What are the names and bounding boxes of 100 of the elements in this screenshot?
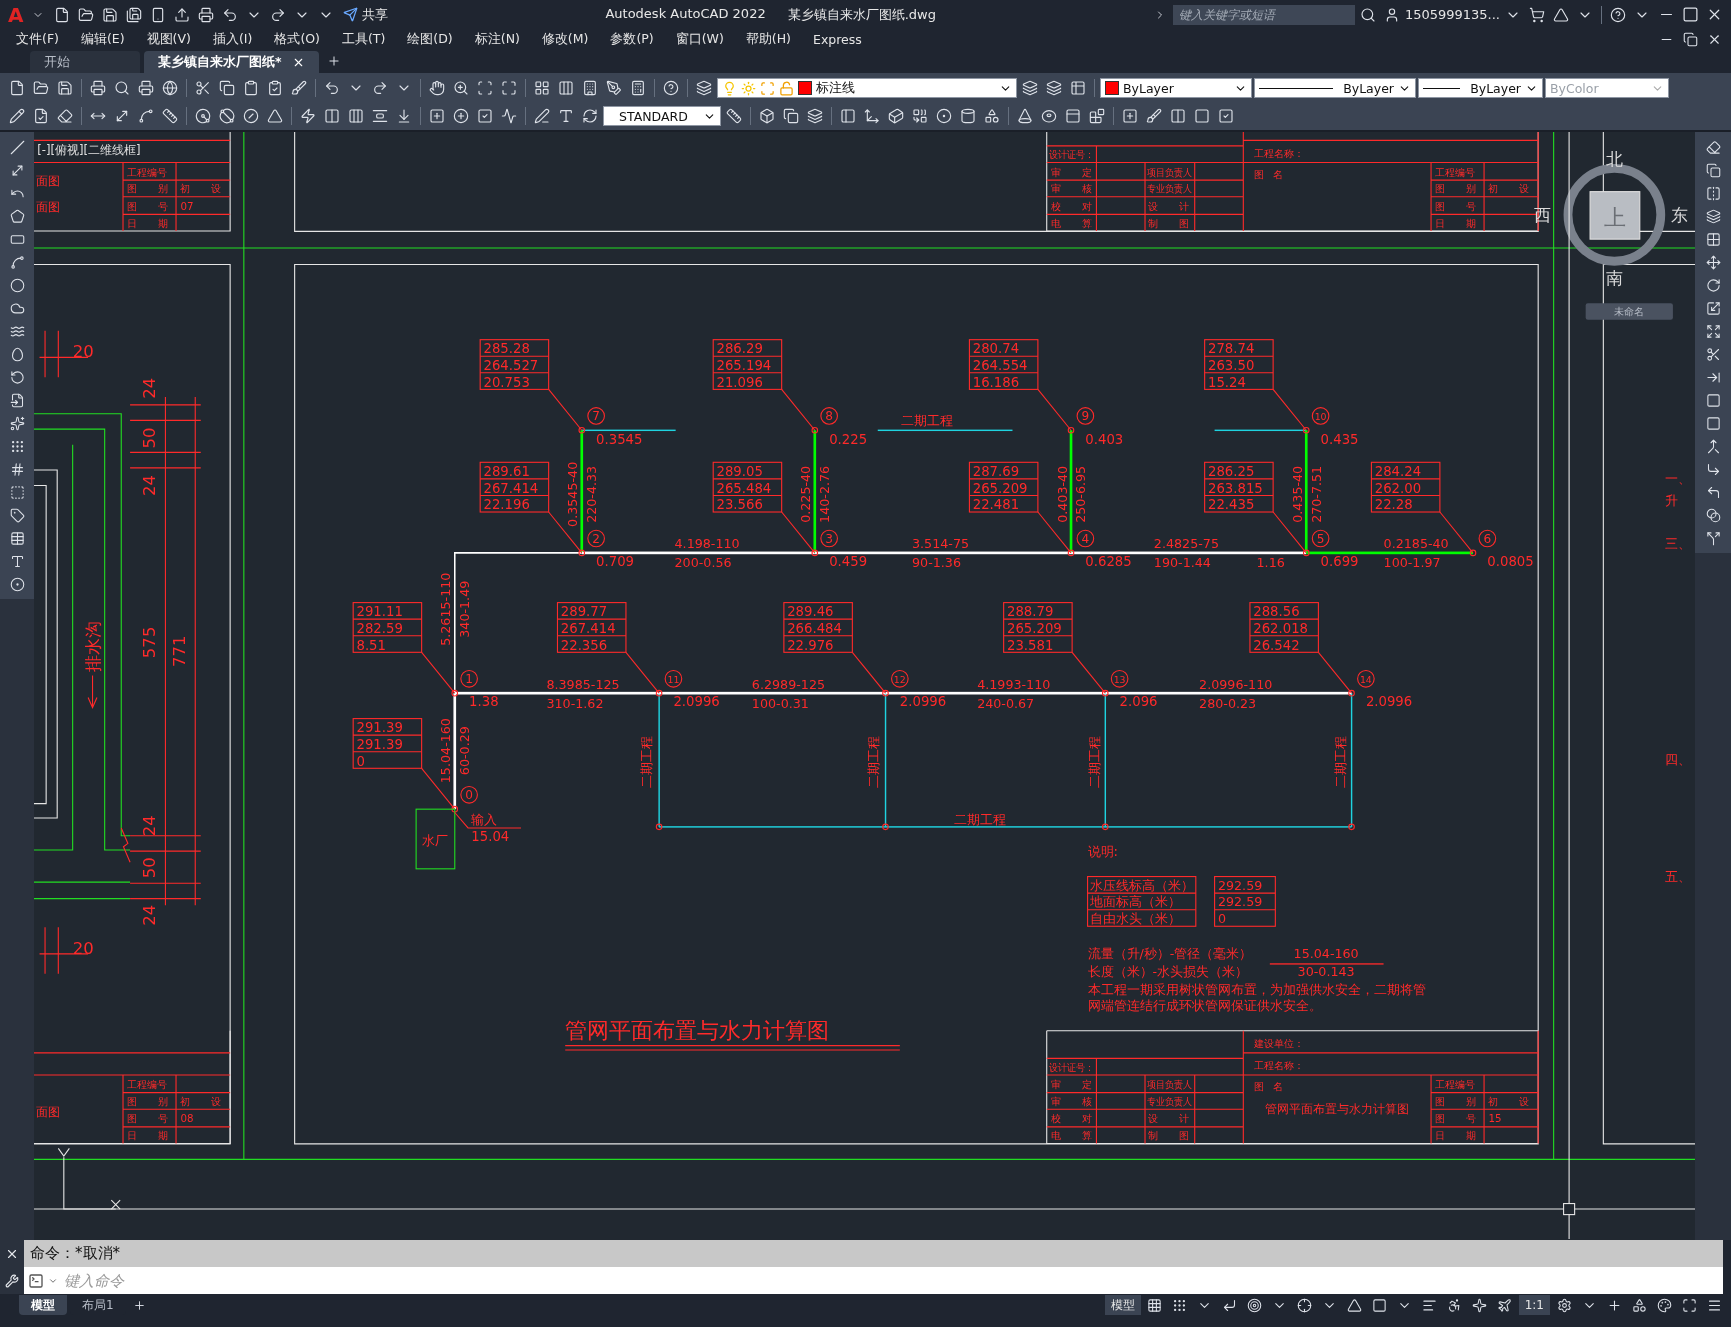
title-block-text: 工程编号	[1435, 1078, 1476, 1091]
pressure-label: 0.6285	[1085, 554, 1132, 570]
phase-two-label: 二期工程	[1332, 735, 1348, 788]
note-text: 一、	[1665, 471, 1692, 487]
layout-tab[interactable]: 模型	[19, 1295, 67, 1315]
phase-two-label: 二期工程	[954, 811, 1007, 827]
node-value: 22.435	[1207, 497, 1255, 513]
node-value: 8.51	[356, 637, 386, 653]
node-value: 21.096	[716, 374, 763, 390]
flow-label: 3.514-75	[912, 536, 970, 552]
ucs-menu[interactable]: 未命名	[1585, 303, 1673, 320]
node-value: 22.481	[972, 497, 1020, 513]
length-label: 100-1.97	[1383, 555, 1441, 571]
node-value: 289.05	[716, 464, 763, 480]
node-value: 289.46	[787, 604, 834, 620]
length-label: 190-1.44	[1153, 555, 1211, 571]
color-dropdown[interactable]: ByLayer	[1100, 78, 1252, 98]
dimension-text: 20	[72, 342, 94, 362]
ditch-label: 排水沟	[84, 621, 104, 673]
menu-item[interactable]: 格式(O)	[264, 29, 330, 49]
scale-button[interactable]: 1:1	[1518, 1295, 1550, 1315]
menu-item[interactable]: Express	[803, 29, 872, 49]
dimension-text: 575	[140, 626, 160, 659]
title-block-text: 日期	[1435, 1129, 1477, 1142]
node-value: 278.74	[1207, 341, 1255, 357]
title-block-text: 制图	[1148, 216, 1190, 229]
pressure-label: 0.435	[1320, 431, 1359, 447]
pressure-label: 0.709	[596, 554, 635, 570]
menu-item[interactable]: 工具(T)	[331, 29, 396, 49]
node-number-marker: 0	[460, 786, 478, 804]
node-value: 22.196	[483, 497, 530, 513]
title-block-text: 07	[180, 200, 194, 212]
text-style-dropdown[interactable]: STANDARD	[603, 106, 721, 126]
document-tab[interactable]: 开始	[30, 51, 140, 73]
node-value: 262.00	[1374, 480, 1422, 496]
flow-label: 2.0996-110	[1199, 676, 1273, 692]
node-number-marker: 12	[891, 670, 909, 688]
title-block-text: 工程名称：	[1254, 1059, 1305, 1072]
title-block-text: 校对	[1051, 200, 1092, 212]
phase-two-label: 二期工程	[639, 735, 655, 788]
node-value: 282.59	[356, 620, 403, 636]
node-value: 288.79	[1006, 604, 1054, 620]
pressure-label: 0.459	[829, 554, 868, 570]
node-number-marker: 4	[1076, 529, 1095, 548]
pressure-label: 0.699	[1320, 554, 1359, 570]
node-number-marker: 6	[1478, 529, 1497, 548]
legend-label: 流量（升/秒）-管径（毫米）	[1087, 946, 1253, 962]
legend-value: 292.59	[1217, 877, 1263, 893]
menu-item[interactable]: 视图(V)	[136, 29, 201, 49]
menu-item[interactable]: 插入(I)	[202, 29, 263, 49]
dimension-text: 24	[140, 474, 160, 497]
drawing-title: 管网平面布置与水力计算图	[565, 1016, 830, 1043]
length-label: 90-1.36	[912, 555, 961, 571]
node-value: 22.28	[1374, 497, 1413, 513]
title-block-text: 日期	[1435, 216, 1477, 229]
node-value: 22.976	[787, 637, 834, 653]
menu-item[interactable]: 参数(P)	[600, 29, 664, 49]
node-number-marker: 14	[1357, 670, 1375, 688]
viewport-label: [-][俯视][二维线框]	[37, 143, 141, 158]
node-number-marker: 3	[820, 529, 838, 548]
title-block-text: 日期	[127, 1129, 169, 1142]
model-space-button[interactable]: 模型	[1104, 1295, 1141, 1315]
document-tab[interactable]: 某乡镇自来水厂图纸*	[144, 51, 319, 73]
node-value: 265.484	[716, 480, 772, 496]
lineweight-dropdown[interactable]: ByLayer	[1418, 78, 1543, 98]
menu-item[interactable]: 文件(F)	[6, 29, 69, 49]
user-name[interactable]: 1505999135...	[1404, 7, 1500, 22]
title-block-text: 初设	[180, 1094, 222, 1107]
node-number-marker: 13	[1110, 670, 1129, 688]
dimension-text: 771	[170, 635, 190, 667]
flow-label: 2.4825-75	[1153, 536, 1219, 552]
length-label: 220-4.33	[584, 465, 600, 523]
node-value: 284.24	[1374, 464, 1422, 480]
linetype-dropdown[interactable]: ByLayer	[1254, 78, 1416, 98]
command-history: 命令：*取消*	[24, 1240, 1723, 1267]
title-block-text: 设计	[1148, 200, 1190, 212]
pressure-label: 0.3545	[596, 431, 643, 447]
search-field[interactable]: 键入关键字或短语	[1172, 4, 1355, 25]
share-button[interactable]: 共享	[339, 5, 393, 24]
menu-item[interactable]: 帮助(H)	[735, 29, 801, 49]
length-label: 250-6.95	[1073, 465, 1089, 523]
dimension-text: 20	[72, 938, 94, 958]
title-block-text: 审核	[1051, 1094, 1092, 1107]
title-block-text: 电算	[1051, 216, 1092, 229]
node-number-marker: 5	[1311, 529, 1330, 548]
title-block-text: 08	[180, 1112, 194, 1125]
menu-item[interactable]: 修改(M)	[531, 29, 599, 49]
pressure-label: 2.0996	[1365, 694, 1413, 710]
menu-item[interactable]: 绘图(D)	[397, 29, 463, 49]
node-value: 267.414	[483, 480, 539, 496]
menu-item[interactable]: 编辑(E)	[70, 29, 135, 49]
node-value: 280.74	[972, 341, 1020, 357]
pressure-label: 2.0996	[673, 694, 720, 710]
title-block-text: 图名	[1254, 1080, 1284, 1093]
title-block-text: 图别	[127, 182, 169, 195]
drawing-name-text: 面图	[36, 1104, 61, 1119]
menu-item[interactable]: 窗口(W)	[665, 29, 734, 49]
menu-item[interactable]: 标注(N)	[464, 29, 530, 49]
note-text: 网端管连结行成环状管网保证供水安全。	[1087, 998, 1322, 1014]
length-label: 200-0.56	[674, 555, 732, 571]
